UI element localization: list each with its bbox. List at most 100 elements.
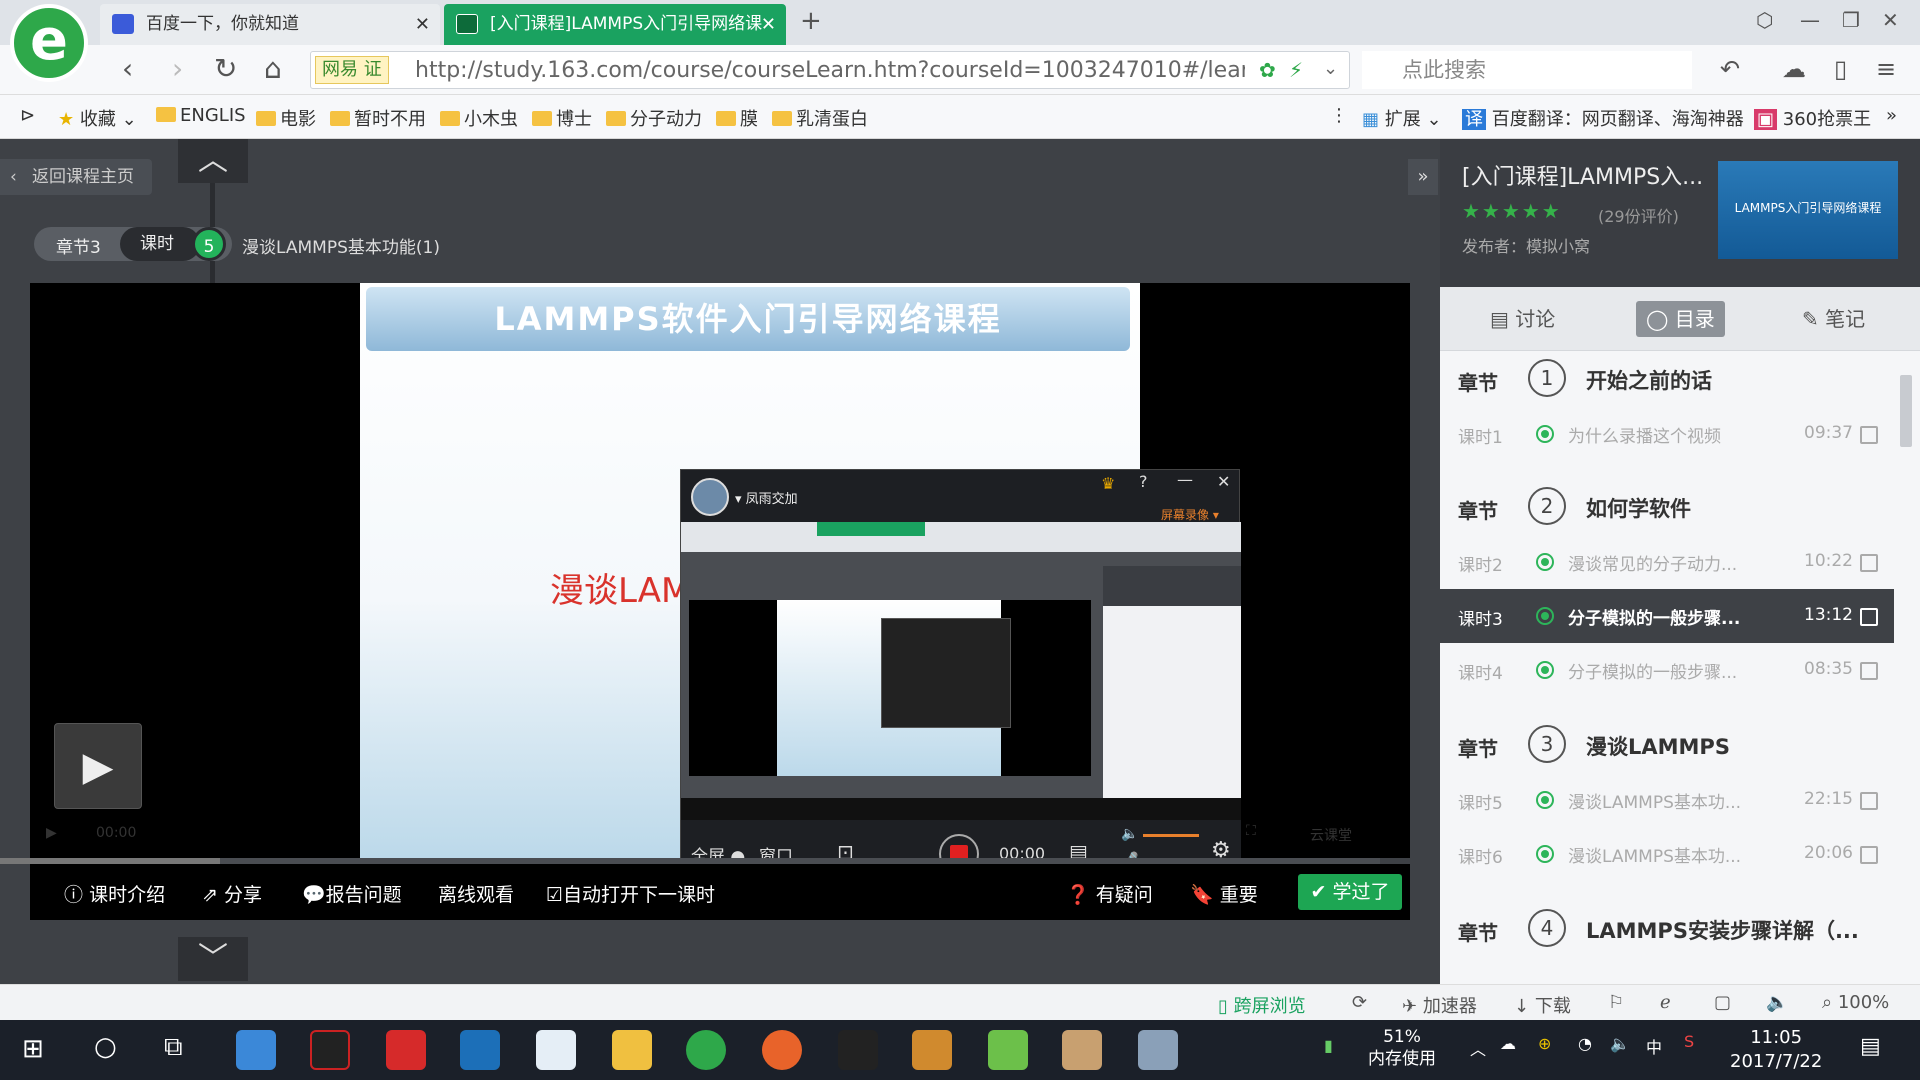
tab-baidu[interactable]: 百度一下，你就知道 ✕	[100, 4, 440, 45]
auto-next-checkbox[interactable]: ☑自动打开下一课时	[546, 880, 715, 907]
new-tab-button[interactable]: +	[800, 6, 822, 36]
question-button[interactable]: ❓ 有疑问	[1066, 880, 1153, 907]
onedrive-icon[interactable]: ☁	[1500, 1034, 1516, 1053]
memory-usage[interactable]: 51% 内存使用	[1368, 1026, 1436, 1070]
next-lesson-button[interactable]: ﹀	[178, 937, 248, 981]
lesson-row[interactable]: 课时6 漫谈LAMMPS基本功... 20:06	[1440, 827, 1894, 881]
screen-recorder-window[interactable]: ▾ 凤雨交加 ♛ ? — ✕ 屏幕录像 ▾ 全屏 ● 窗口 ⊡ 00:00 ▤ …	[680, 469, 1241, 888]
important-button[interactable]: 🔖 重要	[1190, 880, 1258, 907]
sidebar-toggle-icon[interactable]: ⊳	[20, 105, 35, 126]
minimize-icon[interactable]: —	[1177, 470, 1193, 489]
bookmark-folder[interactable]: 电影	[256, 105, 316, 131]
notes-icon[interactable]	[536, 1030, 576, 1070]
close-icon[interactable]: ✕	[1217, 472, 1230, 491]
gear-icon[interactable]: ✿	[1259, 58, 1276, 82]
window-icon[interactable]: ▢	[1714, 992, 1731, 1013]
browser-taskbar-icon[interactable]	[686, 1030, 726, 1070]
close-tab-icon[interactable]: ✕	[761, 4, 776, 45]
tab-catalog[interactable]: ◯ 目录	[1636, 301, 1725, 337]
close-window-icon[interactable]: ✕	[1882, 8, 1899, 32]
lesson-row[interactable]: 课时2 漫谈常见的分子动力... 10:22	[1440, 535, 1894, 589]
mark-learned-button[interactable]: ✔ 学过了	[1298, 874, 1402, 910]
battery-icon[interactable]: ▮	[1324, 1036, 1333, 1055]
lesson-row[interactable]: 课时1 为什么录播这个视频 09:37	[1440, 407, 1894, 461]
bookmark-folder[interactable]: 膜	[716, 105, 758, 131]
offline-view-button[interactable]: 离线观看	[438, 880, 514, 907]
bookmark-folder[interactable]: 博士	[532, 105, 592, 131]
course-title[interactable]: [入门课程]LAMMPS入...	[1462, 159, 1712, 191]
close-tab-icon[interactable]: ✕	[415, 4, 430, 45]
home-icon[interactable]: ⌂	[264, 53, 282, 85]
bookmark-favorites[interactable]: ★ 收藏 ⌄	[58, 105, 137, 131]
security-badge[interactable]: 网易 证	[315, 56, 389, 84]
wifi-icon[interactable]: ◔	[1578, 1034, 1592, 1053]
bookmark-folder[interactable]: 分子动力	[606, 105, 702, 131]
green-app-icon[interactable]	[988, 1030, 1028, 1070]
sogou-icon[interactable]: S	[1684, 1032, 1694, 1051]
chevron-down-icon[interactable]: ⌄	[1323, 58, 1338, 79]
ie-icon[interactable]: ℯ	[1660, 992, 1671, 1013]
tab-course[interactable]: [入门课程]LAMMPS入门引导网络课 ✕	[444, 4, 786, 45]
menu-icon[interactable]: ≡	[1876, 53, 1896, 85]
bookmark-baidu-translate[interactable]: 译 百度翻译：网页翻译、海淘神器	[1462, 105, 1744, 131]
back-to-course-button[interactable]: ‹ 返回课程主页	[0, 159, 152, 195]
bookmark-folder[interactable]: 暂时不用	[330, 105, 426, 131]
speaker-tray-icon[interactable]: 🔈	[1610, 1034, 1630, 1053]
device-icon[interactable]: ▯	[1834, 53, 1847, 85]
report-issue-button[interactable]: 💬报告问题	[302, 880, 402, 907]
download-button[interactable]: ↓ 下载	[1514, 992, 1571, 1018]
youdao-icon[interactable]	[386, 1030, 426, 1070]
zoom-control[interactable]: ⌕ 100%	[1822, 992, 1889, 1013]
bookmarks-overflow-icon[interactable]: »	[1886, 105, 1897, 126]
catalog-scrollbar[interactable]	[1898, 361, 1914, 971]
browser-logo-icon[interactable]: e	[10, 4, 88, 82]
speaker-icon[interactable]: 🔈	[1121, 826, 1138, 842]
task-view-icon[interactable]: ⧉	[164, 1032, 183, 1063]
crown-icon[interactable]: ♛	[1101, 474, 1115, 493]
bookmark-folder[interactable]: 小木虫	[440, 105, 518, 131]
91-assistant-icon[interactable]	[460, 1030, 500, 1070]
bookmark-360-ticket[interactable]: ▣ 360抢票王	[1754, 105, 1871, 131]
dictionary-icon[interactable]	[912, 1030, 952, 1070]
notification-icon[interactable]: ▤	[1860, 1034, 1881, 1059]
vmd-icon[interactable]	[310, 1030, 350, 1070]
bookmark-folder[interactable]: 乳清蛋白	[772, 105, 868, 131]
volume-icon[interactable]: 🔈	[1766, 992, 1788, 1013]
windows-start-icon[interactable]: ⊞	[22, 1034, 44, 1064]
cross-screen-button[interactable]: ▯ 跨屏浏览	[1218, 992, 1306, 1018]
firefox-icon[interactable]	[762, 1030, 802, 1070]
fullscreen-icon[interactable]: ⛶	[1246, 823, 1256, 839]
file-explorer-icon[interactable]	[612, 1030, 652, 1070]
back-icon[interactable]: ‹	[122, 53, 133, 85]
collapse-panel-button[interactable]: »	[1408, 159, 1438, 195]
course-thumbnail[interactable]: LAMMPS入门引导网络课程	[1718, 161, 1898, 259]
flag-icon[interactable]: ⚐	[1608, 992, 1624, 1013]
lesson-row-active[interactable]: 课时3 分子模拟的一般步骤... 13:12	[1440, 589, 1894, 643]
cloud-icon[interactable]: ☁	[1782, 53, 1806, 85]
small-play-icon[interactable]: ▶	[46, 825, 57, 841]
ime-indicator[interactable]: 中	[1646, 1034, 1662, 1058]
extensions-menu[interactable]: ▦ 扩展 ⌄	[1362, 105, 1442, 131]
lesson-row[interactable]: 课时4 分子模拟的一般步骤... 08:35	[1440, 643, 1894, 697]
restore-icon[interactable]: ❐	[1842, 8, 1860, 32]
undo-icon[interactable]: ↶	[1720, 53, 1740, 85]
previous-lesson-button[interactable]: ︿	[178, 139, 248, 183]
bookmark-folder[interactable]: ENGLIS	[156, 105, 246, 126]
lesson-row[interactable]: 课时5 漫谈LAMMPS基本功... 22:15	[1440, 773, 1894, 827]
qq-icon[interactable]	[838, 1030, 878, 1070]
lightning-icon[interactable]: ⚡	[1289, 58, 1303, 82]
cortana-icon[interactable]: ○	[94, 1032, 117, 1062]
more-icon[interactable]: ⋮	[1330, 105, 1348, 126]
tab-notes[interactable]: ✎ 笔记	[1792, 301, 1875, 337]
system-clock[interactable]: 11:05 2017/7/22	[1730, 1026, 1822, 1074]
lesson-intro-button[interactable]: ⓘ 课时介绍	[64, 880, 165, 907]
recorder-username[interactable]: ▾ 凤雨交加	[735, 488, 798, 507]
skin-icon[interactable]: ⬡	[1756, 8, 1773, 32]
record-mode-select[interactable]: 屏幕录像 ▾	[1161, 506, 1219, 523]
url-text[interactable]: http://study.163.com/course/courseLearn.…	[415, 58, 1245, 83]
search-input[interactable]: 点此搜索	[1362, 51, 1692, 89]
tray-expand-icon[interactable]: ︿	[1470, 1036, 1486, 1060]
avatar[interactable]	[691, 478, 729, 516]
share-button[interactable]: ⇗ 分享	[202, 880, 262, 907]
recorder-app-icon[interactable]	[1062, 1030, 1102, 1070]
